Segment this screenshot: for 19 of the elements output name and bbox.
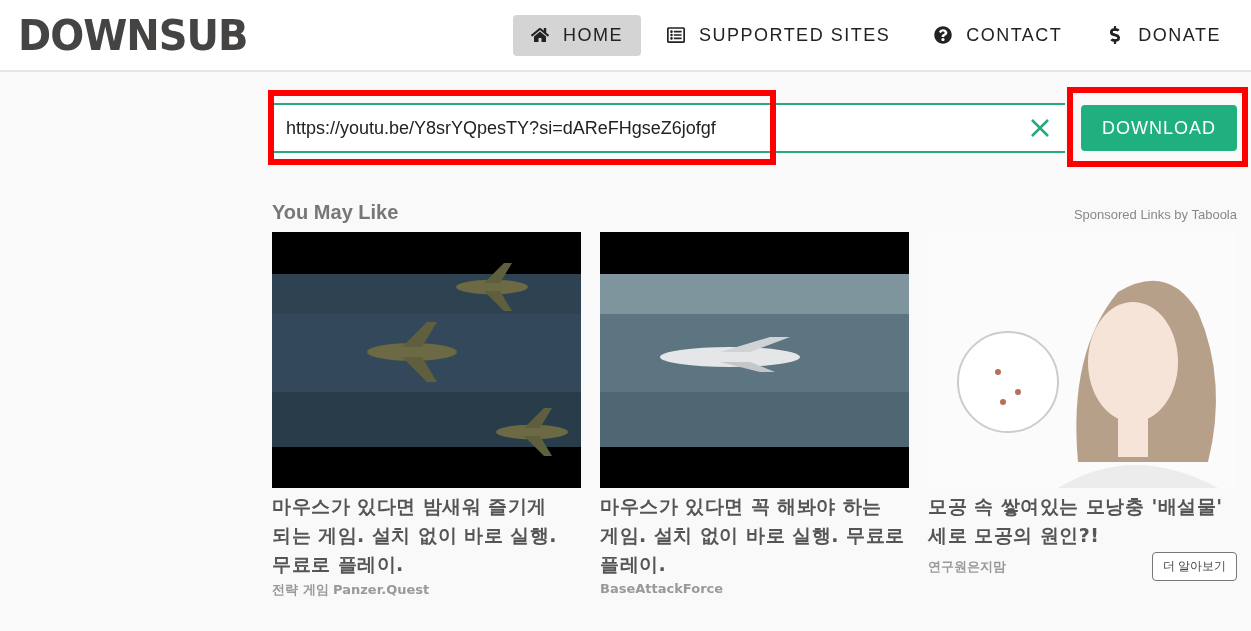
nav-link[interactable]: CONTACT <box>916 14 1081 56</box>
nav-link[interactable]: DONATE <box>1088 14 1239 56</box>
close-icon[interactable] <box>1029 117 1051 139</box>
nav-link[interactable]: HOME <box>512 14 641 56</box>
question-icon <box>934 26 953 44</box>
logo[interactable]: DOWNSUB <box>18 14 248 56</box>
card-title[interactable]: 마우스가 있다면 꼭 해봐야 하는 게임. 설치 없이 바로 실행. 무료로 플레이. <box>600 492 909 579</box>
sponsor-link[interactable]: Sponsored Links by Taboola <box>1073 207 1237 222</box>
list-icon <box>666 26 685 44</box>
card-source: 전략 게임 Panzer.Quest <box>272 581 430 599</box>
home-icon <box>530 26 549 44</box>
card-title[interactable]: 마우스가 있다면 밤새워 즐기게 되는 게임. 설치 없이 바로 실행. 무료로 플레이. <box>272 492 581 579</box>
section-title: You May Like <box>272 201 399 224</box>
learn-more-button[interactable]: 더 알아보기 <box>1151 552 1237 581</box>
card-source: BaseAttackForce <box>600 581 724 596</box>
card-source: 연구원은지맘 <box>928 557 1006 576</box>
url-field[interactable]: https://youtu.be/Y8srYQpesTY?si=dAReFHgseZ6jofgf <box>272 103 1065 153</box>
card-title[interactable]: 모공 속 쌓여있는 모낭충 '배설물' 세로 모공의 원인?! <box>928 492 1237 550</box>
nav-link[interactable]: SUPPORTED SITES <box>648 14 909 56</box>
